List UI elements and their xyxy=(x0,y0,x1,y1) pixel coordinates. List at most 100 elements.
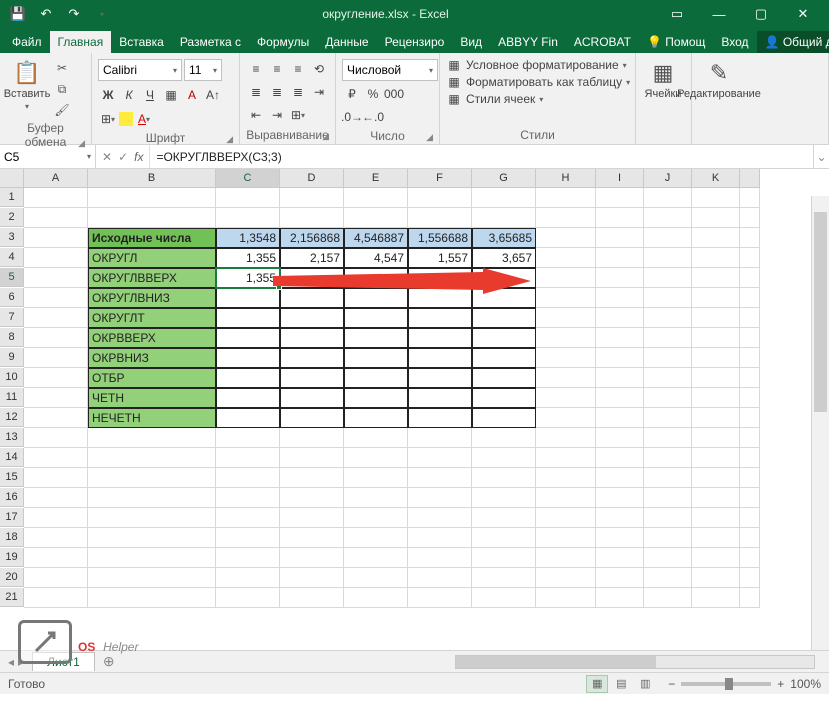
cell[interactable] xyxy=(644,388,692,408)
cell[interactable] xyxy=(644,428,692,448)
cell[interactable] xyxy=(472,448,536,468)
cell[interactable] xyxy=(344,408,408,428)
row-header[interactable]: 13 xyxy=(0,428,24,447)
minimize-icon[interactable]: — xyxy=(699,3,739,25)
zoom-out-icon[interactable]: − xyxy=(668,677,675,691)
cell[interactable] xyxy=(692,508,740,528)
cell[interactable] xyxy=(216,468,280,488)
editing-button[interactable]: ✎Редактирование xyxy=(698,56,740,140)
cell[interactable]: 1,355 xyxy=(216,268,280,288)
row-header[interactable]: 17 xyxy=(0,508,24,527)
cell[interactable]: Исходные числа xyxy=(88,228,216,248)
cell[interactable] xyxy=(644,348,692,368)
column-header[interactable]: J xyxy=(644,169,692,188)
cell[interactable] xyxy=(472,268,536,288)
page-layout-view-icon[interactable]: ▤ xyxy=(610,675,632,693)
cell[interactable] xyxy=(408,408,472,428)
cell[interactable]: 1,556688 xyxy=(408,228,472,248)
cell[interactable] xyxy=(536,268,596,288)
tab-review[interactable]: Рецензиро xyxy=(377,31,453,53)
cell[interactable] xyxy=(692,548,740,568)
cell[interactable] xyxy=(88,508,216,528)
cell[interactable] xyxy=(408,368,472,388)
cell[interactable] xyxy=(692,408,740,428)
cell[interactable] xyxy=(88,568,216,588)
tab-signin[interactable]: Вход xyxy=(713,31,756,53)
cell[interactable] xyxy=(644,308,692,328)
cell[interactable] xyxy=(536,388,596,408)
cell[interactable]: ОКРУГЛВВЕРХ xyxy=(88,268,216,288)
launcher-icon[interactable]: ◢ xyxy=(426,132,433,143)
cell[interactable] xyxy=(280,408,344,428)
cell[interactable] xyxy=(280,388,344,408)
cell[interactable] xyxy=(740,468,760,488)
tab-tellme[interactable]: 💡 Помощ xyxy=(639,31,713,53)
cell[interactable] xyxy=(692,588,740,608)
cell[interactable] xyxy=(88,588,216,608)
cell[interactable] xyxy=(472,588,536,608)
cell[interactable] xyxy=(692,448,740,468)
cell[interactable] xyxy=(408,308,472,328)
cell[interactable] xyxy=(644,208,692,228)
zoom-in-icon[interactable]: + xyxy=(777,677,784,691)
column-header[interactable]: K xyxy=(692,169,740,188)
cancel-formula-icon[interactable]: ✕ xyxy=(102,150,112,164)
cell[interactable] xyxy=(692,568,740,588)
cell[interactable] xyxy=(24,228,88,248)
sheet-tab[interactable]: Лист1 xyxy=(32,652,95,671)
cell[interactable] xyxy=(472,288,536,308)
cell[interactable] xyxy=(216,368,280,388)
cell[interactable] xyxy=(408,288,472,308)
cell[interactable] xyxy=(692,368,740,388)
merge-button[interactable]: ⊞▾ xyxy=(288,105,308,125)
cell[interactable] xyxy=(24,528,88,548)
cell[interactable] xyxy=(280,548,344,568)
cell[interactable] xyxy=(24,328,88,348)
row-header[interactable]: 16 xyxy=(0,488,24,507)
cell[interactable] xyxy=(692,288,740,308)
cell[interactable] xyxy=(216,428,280,448)
cell[interactable]: ОКРУГЛТ xyxy=(88,308,216,328)
cell[interactable] xyxy=(216,308,280,328)
cell[interactable] xyxy=(596,468,644,488)
cell[interactable] xyxy=(644,188,692,208)
cell[interactable] xyxy=(740,328,760,348)
cell[interactable] xyxy=(596,188,644,208)
sheet-nav-prev-icon[interactable]: ◂ xyxy=(8,655,14,669)
format-as-table-button[interactable]: ▦Форматировать как таблицу ▾ xyxy=(446,75,630,89)
cell[interactable] xyxy=(692,468,740,488)
cell[interactable] xyxy=(740,428,760,448)
cell[interactable] xyxy=(596,248,644,268)
row-header[interactable]: 18 xyxy=(0,528,24,547)
cell[interactable] xyxy=(536,328,596,348)
cell[interactable] xyxy=(216,548,280,568)
cell[interactable] xyxy=(216,388,280,408)
cell[interactable] xyxy=(280,348,344,368)
cell[interactable] xyxy=(644,248,692,268)
cell[interactable] xyxy=(216,208,280,228)
undo-icon[interactable]: ↶ xyxy=(34,3,58,25)
cell[interactable] xyxy=(280,568,344,588)
cell[interactable] xyxy=(24,368,88,388)
cell[interactable] xyxy=(472,528,536,548)
cut-icon[interactable]: ✂ xyxy=(52,59,72,77)
cell[interactable] xyxy=(740,368,760,388)
cell[interactable] xyxy=(692,208,740,228)
cell[interactable] xyxy=(472,208,536,228)
page-break-view-icon[interactable]: ▥ xyxy=(634,675,656,693)
cell[interactable] xyxy=(24,388,88,408)
row-header[interactable]: 1 xyxy=(0,188,24,207)
cell[interactable] xyxy=(24,488,88,508)
align-bottom-icon[interactable]: ≡ xyxy=(288,59,308,79)
cell[interactable] xyxy=(644,228,692,248)
cell[interactable] xyxy=(24,428,88,448)
cell[interactable] xyxy=(596,208,644,228)
cell[interactable] xyxy=(536,368,596,388)
cell[interactable] xyxy=(692,268,740,288)
tab-formulas[interactable]: Формулы xyxy=(249,31,317,53)
align-right-icon[interactable]: ≣ xyxy=(288,82,308,102)
cell[interactable] xyxy=(536,248,596,268)
fill-color-button[interactable]: A xyxy=(182,85,202,105)
cell[interactable] xyxy=(472,388,536,408)
cell[interactable] xyxy=(88,188,216,208)
